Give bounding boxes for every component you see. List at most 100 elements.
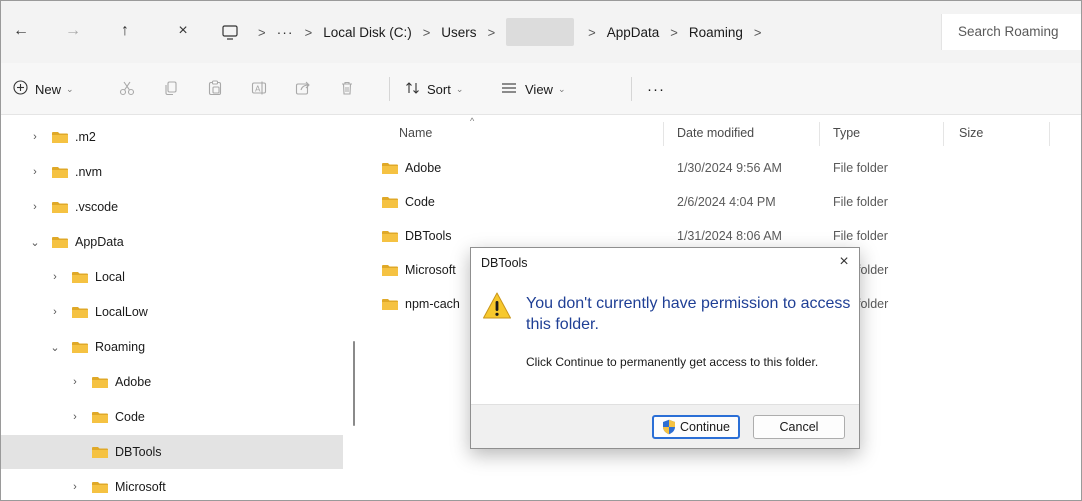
type-cell: folder bbox=[857, 263, 889, 277]
breadcrumb-separator: > bbox=[588, 24, 596, 40]
folder-icon bbox=[92, 481, 108, 493]
dialog-close-button[interactable]: × bbox=[833, 251, 855, 273]
folder-icon bbox=[92, 446, 108, 458]
file-name: Microsoft bbox=[405, 263, 456, 277]
up-button[interactable]: ↑ bbox=[111, 17, 139, 45]
copy-button[interactable] bbox=[163, 63, 179, 115]
breadcrumb-item-roaming[interactable]: Roaming bbox=[689, 25, 743, 40]
view-label: View bbox=[525, 81, 553, 97]
file-explorer-window: ← → ↑ × > ··· > Local Disk (C:) > Users … bbox=[0, 0, 1082, 501]
file-name: npm-cach bbox=[405, 297, 460, 311]
navigation-pane-scrollbar[interactable] bbox=[353, 341, 355, 426]
sidebar-item-vscode[interactable]: › .vscode bbox=[1, 190, 343, 224]
sidebar-item-label: .nvm bbox=[75, 165, 103, 179]
folder-icon bbox=[382, 298, 398, 310]
file-name: DBTools bbox=[405, 229, 452, 243]
chevron-right-icon[interactable]: › bbox=[49, 306, 61, 318]
size-cell bbox=[959, 151, 1039, 185]
sidebar-item-label: Roaming bbox=[95, 340, 146, 354]
rename-icon: A bbox=[251, 80, 267, 99]
column-divider[interactable] bbox=[819, 122, 820, 146]
breadcrumb-item-username-redacted[interactable] bbox=[506, 18, 575, 46]
chevron-right-icon[interactable]: › bbox=[29, 201, 41, 213]
column-header-type[interactable]: Type bbox=[833, 116, 860, 150]
sidebar-item-locallow[interactable]: › LocalLow bbox=[1, 295, 343, 329]
sidebar-item-label: DBTools bbox=[115, 445, 162, 459]
up-arrow-icon: ↑ bbox=[121, 22, 129, 39]
sidebar-item-m2[interactable]: › .m2 bbox=[1, 120, 343, 154]
folder-icon bbox=[72, 341, 88, 353]
more-options-button[interactable]: ··· bbox=[647, 63, 665, 115]
back-arrow-icon: ← bbox=[13, 22, 29, 39]
table-row[interactable]: Code 2/6/2024 4:04 PM File folder bbox=[381, 185, 1081, 219]
cancel-button[interactable]: Cancel bbox=[753, 415, 845, 439]
table-row[interactable]: Adobe 1/30/2024 9:56 AM File folder bbox=[381, 151, 1081, 185]
sort-label: Sort bbox=[427, 81, 451, 97]
sidebar-item-adobe[interactable]: › Adobe bbox=[1, 365, 343, 399]
scissors-icon bbox=[119, 80, 135, 99]
new-button[interactable]: New ⌄ bbox=[13, 63, 74, 115]
sidebar-item-label: Adobe bbox=[115, 375, 152, 389]
close-icon: × bbox=[839, 253, 849, 270]
sidebar-item-label: .m2 bbox=[75, 130, 96, 144]
forward-button[interactable]: → bbox=[59, 17, 87, 45]
column-header-name[interactable]: Name bbox=[399, 116, 432, 150]
view-button[interactable]: View ⌄ bbox=[501, 63, 566, 115]
chevron-right-icon[interactable]: › bbox=[29, 166, 41, 178]
sidebar-item-appdata[interactable]: ⌄ AppData bbox=[1, 225, 343, 259]
back-button[interactable]: ← bbox=[7, 17, 35, 45]
folder-icon bbox=[382, 196, 398, 208]
breadcrumb[interactable]: > ··· > Local Disk (C:) > Users > > AppD… bbox=[219, 14, 927, 50]
sidebar-item-roaming[interactable]: ⌄ Roaming bbox=[1, 330, 343, 364]
sidebar-item-nvm[interactable]: › .nvm bbox=[1, 155, 343, 189]
sidebar-item-local[interactable]: › Local bbox=[1, 260, 343, 294]
folder-icon bbox=[92, 376, 108, 388]
chevron-down-icon[interactable]: ⌄ bbox=[49, 341, 61, 354]
sort-button[interactable]: Sort ⌄ bbox=[405, 63, 463, 115]
cut-button[interactable] bbox=[119, 63, 135, 115]
close-address-button[interactable]: × bbox=[169, 17, 197, 45]
delete-button[interactable] bbox=[339, 63, 355, 115]
column-header-label: Date modified bbox=[677, 126, 755, 140]
sidebar-item-label: LocalLow bbox=[95, 305, 148, 319]
breadcrumb-item-users[interactable]: Users bbox=[441, 25, 476, 40]
chevron-right-icon[interactable]: › bbox=[49, 271, 61, 283]
command-bar: New ⌄ A Sort ⌄ View ⌄ ··· bbox=[1, 63, 1081, 115]
dialog-button-bar: Continue Cancel bbox=[471, 404, 859, 448]
column-header-size[interactable]: Size bbox=[959, 116, 983, 150]
folder-icon bbox=[382, 230, 398, 242]
toolbar-divider bbox=[389, 63, 390, 115]
chevron-right-icon[interactable]: › bbox=[29, 131, 41, 143]
chevron-down-icon[interactable]: ⌄ bbox=[29, 236, 41, 249]
navigation-pane[interactable]: › .m2 › .nvm › .vscode ⌄ AppData › Local › LocalLow… bbox=[1, 116, 346, 500]
breadcrumb-item-appdata[interactable]: AppData bbox=[607, 25, 660, 40]
sidebar-item-microsoft[interactable]: › Microsoft bbox=[1, 470, 343, 500]
cancel-label: Cancel bbox=[779, 420, 819, 434]
uac-shield-icon bbox=[662, 419, 676, 435]
chevron-down-icon: ⌄ bbox=[557, 83, 566, 94]
chevron-right-icon[interactable]: › bbox=[69, 481, 81, 493]
rename-button[interactable]: A bbox=[251, 63, 267, 115]
new-label: New bbox=[35, 81, 62, 97]
paste-button[interactable] bbox=[207, 63, 223, 115]
svg-text:A: A bbox=[255, 84, 261, 93]
column-divider[interactable] bbox=[663, 122, 664, 146]
plus-circle-icon bbox=[13, 80, 28, 98]
breadcrumb-separator: > bbox=[487, 24, 496, 40]
chevron-right-icon[interactable]: › bbox=[69, 376, 81, 388]
breadcrumb-item-local-disk[interactable]: Local Disk (C:) bbox=[323, 25, 412, 40]
search-input[interactable]: Search Roaming bbox=[941, 14, 1081, 50]
breadcrumb-separator: > bbox=[422, 24, 431, 40]
file-name-cell: Code bbox=[381, 185, 491, 219]
chevron-right-icon[interactable]: › bbox=[69, 411, 81, 423]
sidebar-item-code[interactable]: › Code bbox=[1, 400, 343, 434]
dialog-title: DBTools bbox=[481, 256, 528, 270]
breadcrumb-separator: > bbox=[670, 24, 678, 40]
column-header-date-modified[interactable]: Date modified bbox=[677, 116, 754, 150]
share-button[interactable] bbox=[295, 63, 311, 115]
sidebar-item-dbtools[interactable]: DBTools bbox=[1, 435, 343, 469]
breadcrumb-overflow-button[interactable]: ··· bbox=[277, 24, 294, 40]
column-divider[interactable] bbox=[943, 122, 944, 146]
continue-button[interactable]: Continue bbox=[652, 415, 740, 439]
column-divider[interactable] bbox=[1049, 122, 1050, 146]
